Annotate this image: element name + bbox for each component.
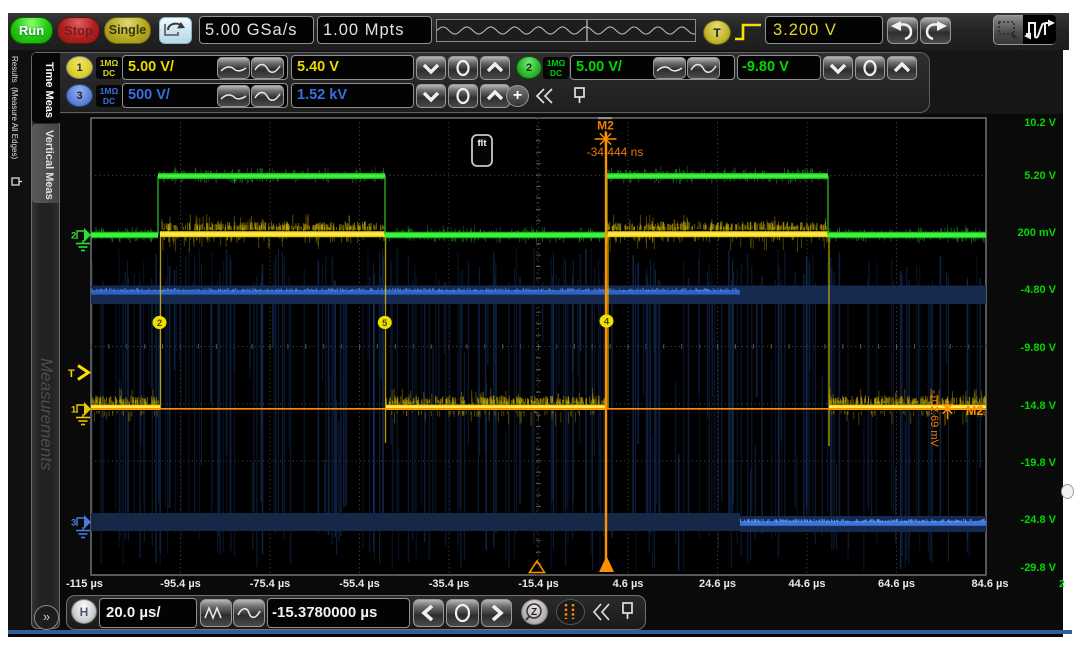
svg-text:Z: Z xyxy=(531,607,537,618)
svg-text:-34.444 ns: -34.444 ns xyxy=(587,145,644,159)
svg-text:M2: M2 xyxy=(966,404,983,418)
svg-text:5.20 V: 5.20 V xyxy=(1024,170,1056,182)
svg-text:-9.80 V: -9.80 V xyxy=(1021,342,1057,354)
svg-text:2: 2 xyxy=(71,231,76,242)
svg-text:-115 µs: -115 µs xyxy=(66,578,103,590)
svg-text:-4.80 V: -4.80 V xyxy=(1021,284,1057,296)
svg-text:-24.8 V: -24.8 V xyxy=(1021,514,1057,526)
svg-text:flt: flt xyxy=(478,138,488,149)
svg-text:-14.8 V: -14.8 V xyxy=(1021,400,1057,412)
svg-text:4: 4 xyxy=(604,316,610,327)
svg-text:5: 5 xyxy=(382,318,388,329)
svg-text:-55.4 µs: -55.4 µs xyxy=(339,578,380,590)
svg-text:-75.4 µs: -75.4 µs xyxy=(250,578,291,590)
svg-text:2: 2 xyxy=(157,318,162,329)
svg-text:10.2 V: 10.2 V xyxy=(1024,117,1056,129)
svg-text:T: T xyxy=(68,368,75,380)
svg-text:4.6 µs: 4.6 µs xyxy=(613,578,644,590)
svg-text:-35.4 µs: -35.4 µs xyxy=(429,578,470,590)
svg-text:-102.69 mV: -102.69 mV xyxy=(928,390,940,448)
svg-text:-15.4 µs: -15.4 µs xyxy=(518,578,559,590)
svg-text:24.6 µs: 24.6 µs xyxy=(699,578,736,590)
svg-text:84.6 µs: 84.6 µs xyxy=(972,578,1009,590)
svg-text:44.6 µs: 44.6 µs xyxy=(789,578,826,590)
svg-text:M2: M2 xyxy=(597,119,614,133)
svg-text:64.6 µs: 64.6 µs xyxy=(878,578,915,590)
svg-text:3: 3 xyxy=(71,518,76,529)
svg-text:2: 2 xyxy=(1059,579,1065,590)
svg-text:-95.4 µs: -95.4 µs xyxy=(160,578,201,590)
svg-text:-19.8 V: -19.8 V xyxy=(1021,457,1057,469)
svg-text:-29.8 V: -29.8 V xyxy=(1021,562,1057,574)
svg-text:200 mV: 200 mV xyxy=(1017,227,1056,239)
svg-text:1: 1 xyxy=(71,405,77,416)
